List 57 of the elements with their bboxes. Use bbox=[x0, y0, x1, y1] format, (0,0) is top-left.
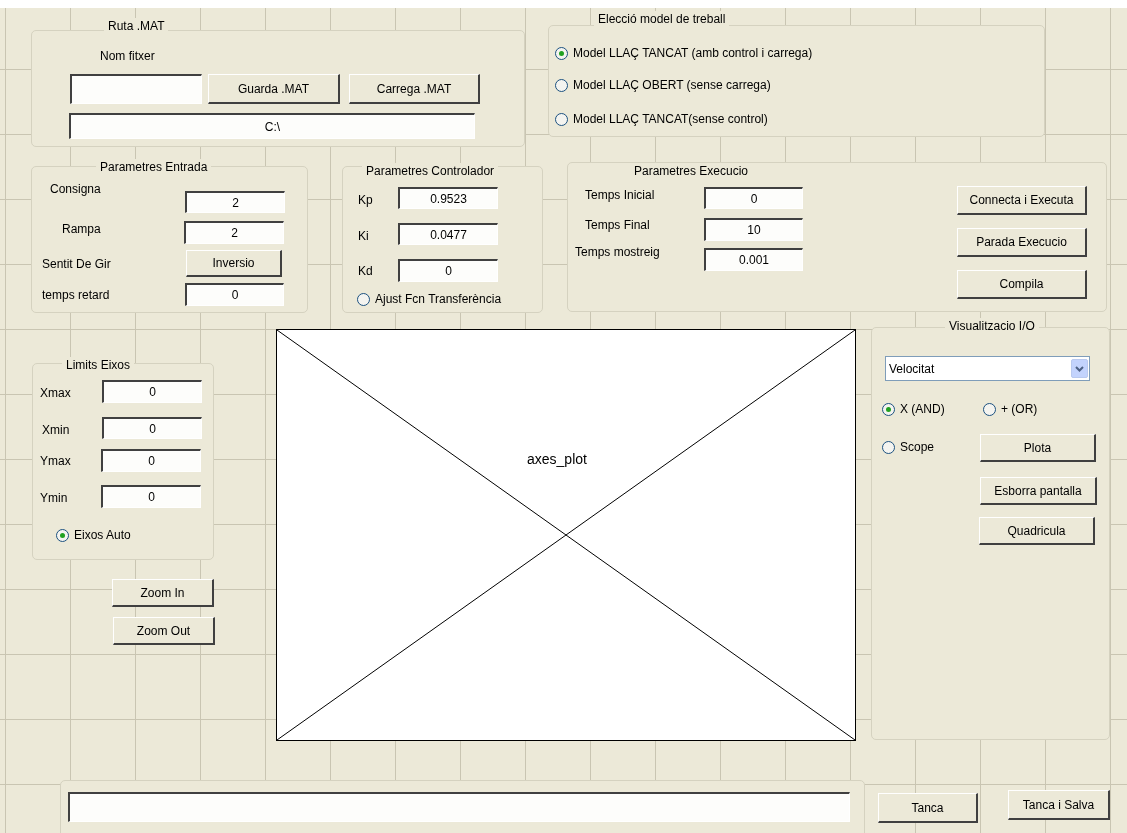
panel-title: Ruta .MAT bbox=[104, 18, 169, 34]
input-field[interactable]: 10 bbox=[704, 218, 803, 241]
field-label: Temps mostreig bbox=[575, 244, 660, 260]
action-button[interactable]: Connecta i Executa bbox=[957, 186, 1087, 215]
field-label: Xmax bbox=[40, 385, 71, 401]
input-field[interactable]: 2 bbox=[185, 191, 285, 213]
plot-button[interactable]: Esborra pantalla bbox=[980, 477, 1097, 505]
input-field[interactable]: 0 bbox=[398, 259, 498, 282]
zoom-button[interactable]: Zoom Out bbox=[113, 617, 215, 645]
radio-option[interactable]: Model LLAÇ OBERT (sense carrega) bbox=[555, 77, 771, 93]
radio-option[interactable]: Model LLAÇ TANCAT(sense control) bbox=[555, 111, 768, 127]
field-label: Ymin bbox=[40, 490, 68, 506]
field-label: Kd bbox=[358, 263, 373, 279]
input-field[interactable]: 0.001 bbox=[704, 248, 803, 271]
radio-option[interactable]: + (OR) bbox=[983, 401, 1038, 417]
filename-field[interactable] bbox=[70, 74, 202, 104]
input-field[interactable]: 0.9523 bbox=[398, 187, 498, 209]
dropdown[interactable]: Velocitat bbox=[885, 356, 1090, 381]
field-label: Ki bbox=[358, 228, 369, 244]
radio-option[interactable]: Eixos Auto bbox=[56, 527, 131, 543]
input-field[interactable]: 2 bbox=[184, 221, 284, 244]
plot-button[interactable]: Quadricula bbox=[979, 517, 1095, 545]
radio-option[interactable]: Model LLAÇ TANCAT (amb control i carrega) bbox=[555, 45, 813, 61]
chevron-icon bbox=[1071, 359, 1088, 378]
field-label: Temps Inicial bbox=[585, 187, 655, 203]
field-label: Rampa bbox=[62, 221, 101, 237]
plot-button[interactable]: Plota bbox=[980, 434, 1096, 462]
field-label: Consigna bbox=[50, 181, 101, 197]
file-button[interactable]: Guarda .MAT bbox=[208, 74, 340, 104]
field-label: temps retard bbox=[42, 287, 110, 303]
radio-option[interactable]: Scope bbox=[882, 439, 935, 455]
path-field[interactable]: C:\ bbox=[69, 113, 475, 139]
radio-option[interactable]: X (AND) bbox=[882, 401, 945, 417]
input-field[interactable]: 0.0477 bbox=[398, 223, 498, 245]
input-field[interactable]: 0 bbox=[101, 485, 201, 508]
file-button[interactable]: Carrega .MAT bbox=[349, 74, 480, 104]
input-field[interactable]: 0 bbox=[102, 380, 202, 403]
input-field[interactable]: 0 bbox=[185, 283, 284, 306]
field-label: Kp bbox=[358, 192, 373, 208]
panel-title: Elecció model de treball bbox=[594, 11, 730, 27]
zoom-button[interactable]: Zoom In bbox=[112, 579, 214, 607]
input-field[interactable]: 0 bbox=[101, 449, 201, 472]
input-field[interactable]: 0 bbox=[704, 187, 803, 209]
close-button[interactable]: Tanca i Salva bbox=[1008, 790, 1110, 820]
field-label: Ymax bbox=[40, 453, 71, 469]
action-button[interactable]: Compila bbox=[957, 270, 1087, 299]
status-field[interactable] bbox=[68, 792, 850, 822]
toggle-button[interactable]: Inversio bbox=[186, 250, 282, 277]
field-label: Temps Final bbox=[585, 217, 650, 233]
field-label: Sentit De Gir bbox=[42, 256, 111, 272]
field-label: Xmin bbox=[42, 422, 70, 438]
action-button[interactable]: Parada Execucio bbox=[957, 228, 1087, 257]
close-button[interactable]: Tanca bbox=[878, 793, 978, 823]
radio-option[interactable]: Ajust Fcn Transferència bbox=[357, 291, 502, 307]
field-label: Nom fitxer bbox=[100, 48, 155, 64]
axes-label: axes_plot bbox=[527, 451, 587, 467]
input-field[interactable]: 0 bbox=[102, 417, 202, 439]
